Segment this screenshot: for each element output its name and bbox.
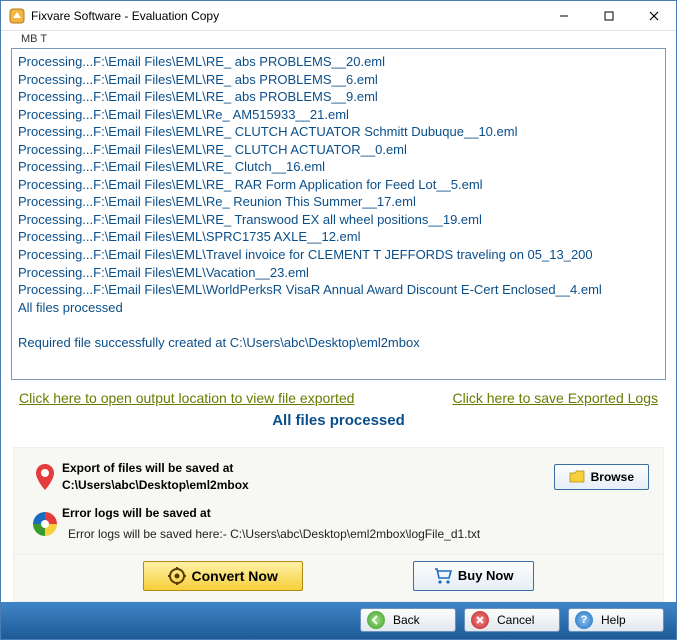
app-window: Fixvare Software - Evaluation Copy MB T … <box>0 0 677 640</box>
error-label: Error logs will be saved at <box>62 505 539 522</box>
titlebar: Fixvare Software - Evaluation Copy <box>1 1 676 31</box>
bottom-nav: Back Cancel ? Help <box>1 602 676 639</box>
log-line: Processing...F:\Email Files\EML\Re_ AM51… <box>18 106 659 124</box>
log-area-wrap: Processing...F:\Email Files\EML\RE_ abs … <box>11 48 666 380</box>
convert-label: Convert Now <box>192 568 278 584</box>
folder-icon <box>569 470 585 484</box>
status-text: All files processed <box>1 408 676 439</box>
bottom-panel: Export of files will be saved at C:\User… <box>13 447 664 555</box>
window-title: Fixvare Software - Evaluation Copy <box>31 9 541 23</box>
log-line: Required file successfully created at C:… <box>18 334 659 352</box>
log-line: All files processed <box>18 299 659 317</box>
log-line: Processing...F:\Email Files\EML\RE_ abs … <box>18 53 659 71</box>
error-row: Error logs will be saved at Error logs w… <box>28 505 649 544</box>
close-button[interactable] <box>631 1 676 30</box>
minimize-button[interactable] <box>541 1 586 30</box>
browse-label: Browse <box>591 470 634 484</box>
browse-button[interactable]: Browse <box>554 464 649 490</box>
maximize-button[interactable] <box>586 1 631 30</box>
back-label: Back <box>393 613 420 627</box>
pie-chart-icon <box>28 510 62 538</box>
export-path: C:\Users\abc\Desktop\eml2mbox <box>62 477 539 494</box>
cancel-button[interactable]: Cancel <box>464 608 560 632</box>
log-line: Processing...F:\Email Files\EML\RE_ Clut… <box>18 158 659 176</box>
action-bar: Convert Now Buy Now <box>13 555 664 602</box>
gear-icon <box>168 567 186 585</box>
log-output[interactable]: Processing...F:\Email Files\EML\RE_ abs … <box>12 49 665 379</box>
buy-label: Buy Now <box>458 568 514 583</box>
log-line: Processing...F:\Email Files\EML\RE_ abs … <box>18 71 659 89</box>
log-line: Processing...F:\Email Files\EML\Re_ Reun… <box>18 193 659 211</box>
log-line: Processing...F:\Email Files\EML\RE_ CLUT… <box>18 141 659 159</box>
log-line: Processing...F:\Email Files\EML\Vacation… <box>18 264 659 282</box>
app-icon <box>9 8 25 24</box>
convert-now-button[interactable]: Convert Now <box>143 561 303 591</box>
log-line: Processing...F:\Email Files\EML\RE_ CLUT… <box>18 123 659 141</box>
error-sub: Error logs will be saved here:- C:\Users… <box>68 526 539 543</box>
content-area: MB T Processing...F:\Email Files\EML\RE_… <box>1 31 676 639</box>
buy-now-button[interactable]: Buy Now <box>413 561 535 591</box>
open-output-link[interactable]: Click here to open output location to vi… <box>19 390 354 406</box>
export-row: Export of files will be saved at C:\User… <box>28 460 649 495</box>
help-button[interactable]: ? Help <box>568 608 664 632</box>
log-line: Processing...F:\Email Files\EML\RE_ abs … <box>18 88 659 106</box>
save-logs-link[interactable]: Click here to save Exported Logs <box>453 390 658 406</box>
log-line: Processing...F:\Email Files\EML\RE_ RAR … <box>18 176 659 194</box>
export-text: Export of files will be saved at C:\User… <box>62 460 539 495</box>
log-line: Processing...F:\Email Files\EML\WorldPer… <box>18 281 659 299</box>
log-line: Processing...F:\Email Files\EML\Travel i… <box>18 246 659 264</box>
back-button[interactable]: Back <box>360 608 456 632</box>
log-line: Processing...F:\Email Files\EML\SPRC1735… <box>18 228 659 246</box>
location-pin-icon <box>28 462 62 492</box>
links-row: Click here to open output location to vi… <box>1 386 676 408</box>
log-line: Processing...F:\Email Files\EML\RE_ Tran… <box>18 211 659 229</box>
help-icon: ? <box>575 611 593 629</box>
help-label: Help <box>601 613 626 627</box>
cancel-label: Cancel <box>497 613 534 627</box>
error-text: Error logs will be saved at Error logs w… <box>62 505 539 544</box>
window-buttons <box>541 1 676 30</box>
log-line <box>18 316 659 334</box>
cart-icon <box>434 568 452 584</box>
cancel-icon <box>471 611 489 629</box>
sub-header: MB T <box>1 31 676 48</box>
export-label: Export of files will be saved at <box>62 460 539 477</box>
back-icon <box>367 611 385 629</box>
